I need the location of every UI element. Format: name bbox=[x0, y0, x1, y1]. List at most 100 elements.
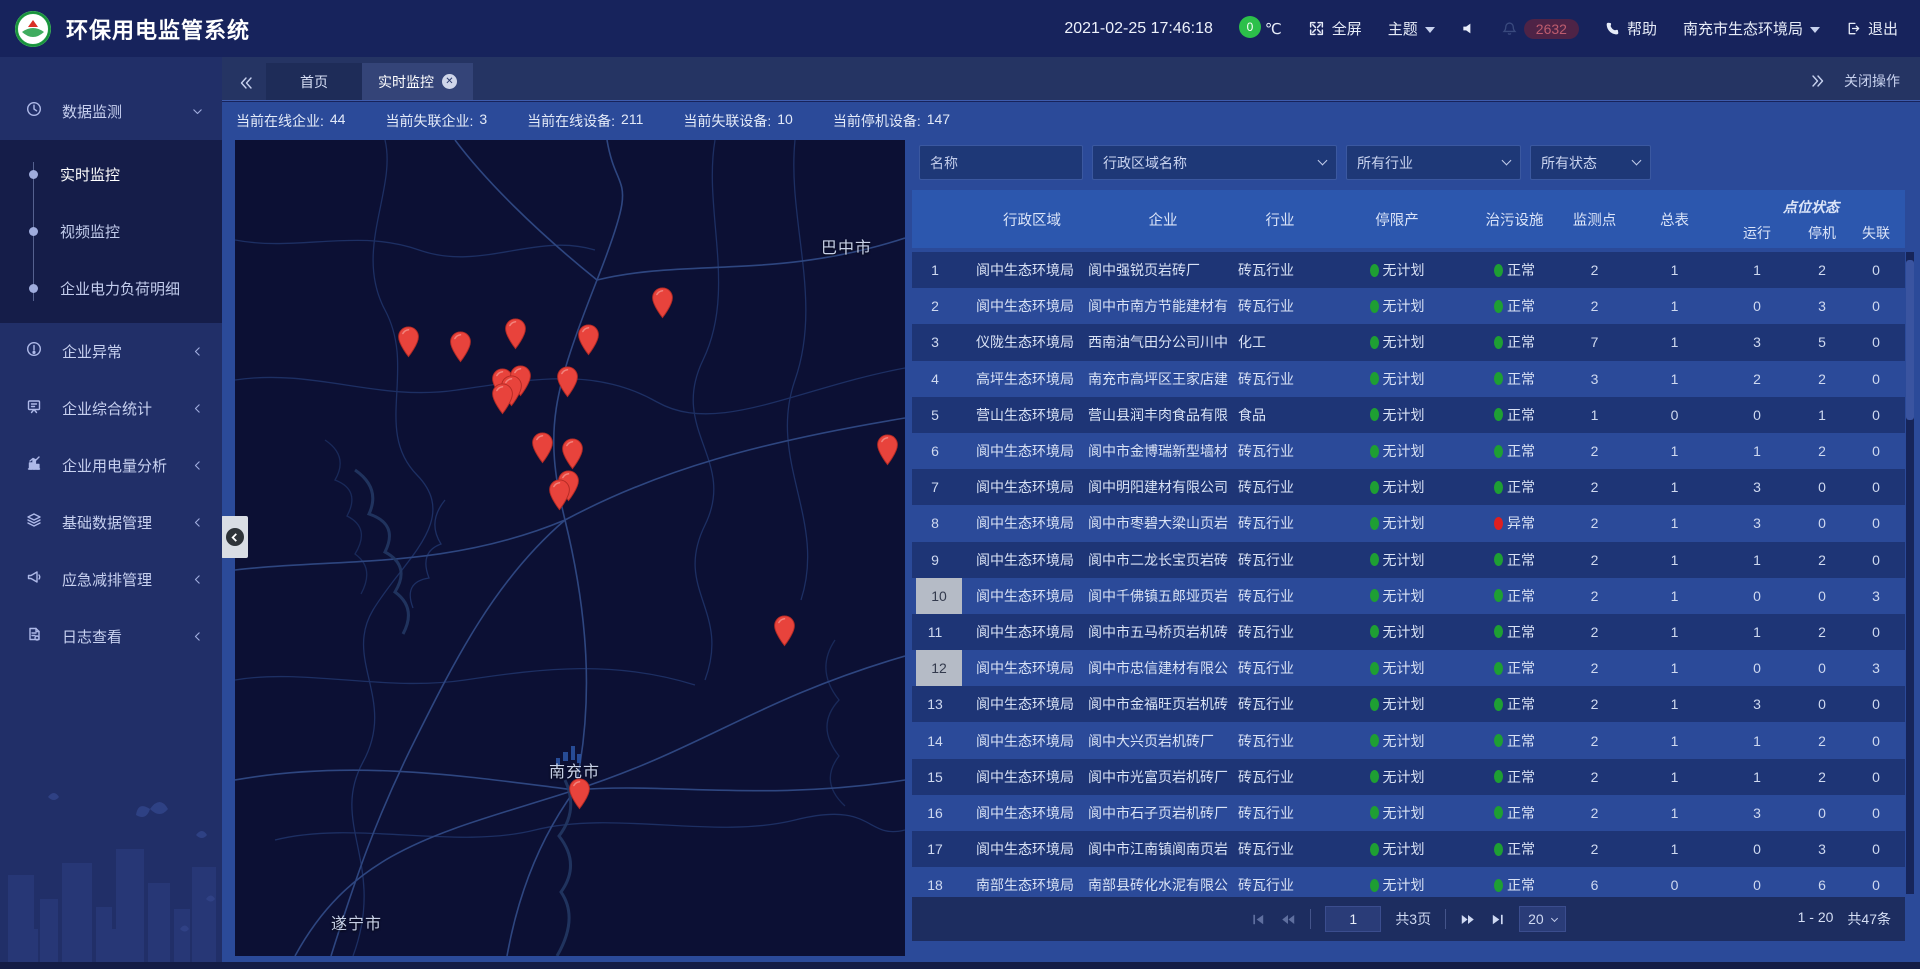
table-row[interactable]: 18南部生态环境局南部县砖化水泥有限公砖瓦行业无计划正常60060 bbox=[912, 867, 1905, 894]
status-dot-green bbox=[1370, 734, 1379, 747]
sidebar-item-应急减排管理[interactable]: 应急减排管理 bbox=[0, 551, 222, 608]
table-row[interactable]: 7阆中生态环境局阆中明阳建材有限公司砖瓦行业无计划正常21300 bbox=[912, 469, 1905, 505]
logout-button[interactable]: 退出 bbox=[1846, 18, 1898, 39]
table-row[interactable]: 3仪陇生态环境局西南油气田分公司川中化工无计划正常71350 bbox=[912, 324, 1905, 360]
sidebar-item-label: 企业综合统计 bbox=[62, 398, 191, 419]
cell-running: 0 bbox=[1717, 841, 1797, 857]
map-marker[interactable] bbox=[568, 778, 591, 810]
cell-monitor-points: 2 bbox=[1557, 805, 1632, 821]
table-row[interactable]: 2阆中生态环境局阆中市南方节能建材有砖瓦行业无计划正常21030 bbox=[912, 288, 1905, 324]
table-row[interactable]: 13阆中生态环境局阆中市金福旺页岩机砖砖瓦行业无计划正常21300 bbox=[912, 686, 1905, 722]
theme-dropdown[interactable]: 主题 bbox=[1388, 18, 1435, 39]
sidebar-item-企业用电量分析[interactable]: 企业用电量分析 bbox=[0, 437, 222, 494]
alert-counter[interactable]: 2632 bbox=[1502, 19, 1579, 39]
sidebar-item-企业异常[interactable]: 企业异常 bbox=[0, 323, 222, 380]
bell-icon bbox=[1502, 21, 1517, 36]
cell-stopped: 3 bbox=[1797, 298, 1847, 314]
table-row[interactable]: 12阆中生态环境局阆中市忠信建材有限公砖瓦行业无计划正常21003 bbox=[912, 650, 1905, 686]
map-marker[interactable] bbox=[773, 615, 796, 647]
status-filter-select[interactable]: 所有状态 bbox=[1530, 145, 1651, 180]
map-collapse-button[interactable] bbox=[221, 516, 248, 558]
close-tab-icon[interactable]: ✕ bbox=[442, 74, 457, 89]
sidebar-item-label: 基础数据管理 bbox=[62, 512, 191, 533]
tab-首页[interactable]: 首页 bbox=[266, 63, 362, 100]
status-dot-red bbox=[1494, 517, 1503, 530]
fullscreen-button[interactable]: 全屏 bbox=[1308, 18, 1362, 39]
sidebar-item-基础数据管理[interactable]: 基础数据管理 bbox=[0, 494, 222, 551]
map-marker[interactable] bbox=[651, 287, 674, 319]
org-dropdown[interactable]: 南充市生态环境局 bbox=[1683, 18, 1820, 39]
map-marker[interactable] bbox=[876, 434, 899, 466]
cell-company: 阆中市金博瑞新型墙材 bbox=[1088, 441, 1238, 461]
table-row[interactable]: 16阆中生态环境局阆中市石子页岩机砖厂砖瓦行业无计划正常21300 bbox=[912, 795, 1905, 831]
tab-实时监控[interactable]: 实时监控✕ bbox=[362, 63, 473, 100]
range-label: 1 - 20 bbox=[1798, 909, 1834, 929]
facility-status-label: 异常 bbox=[1507, 513, 1535, 533]
page-size-select[interactable]: 20 bbox=[1519, 906, 1566, 932]
table-row[interactable]: 10阆中生态环境局阆中千佛镇五郎垭页岩砖瓦行业无计划正常21003 bbox=[912, 578, 1905, 614]
name-filter-input[interactable] bbox=[919, 145, 1083, 180]
table-row[interactable]: 15阆中生态环境局阆中市光富页岩机砖厂砖瓦行业无计划正常21120 bbox=[912, 759, 1905, 795]
next-page-button[interactable] bbox=[1460, 912, 1476, 927]
table-scrollbar[interactable] bbox=[1906, 252, 1914, 894]
sidebar-subitem-企业电力负荷明细[interactable]: 企业电力负荷明细 bbox=[0, 260, 222, 317]
cell-stopped: 0 bbox=[1797, 479, 1847, 495]
table-row[interactable]: 11阆中生态环境局阆中市五马桥页岩机砖砖瓦行业无计划正常21120 bbox=[912, 614, 1905, 650]
chevron-left-icon bbox=[191, 630, 204, 643]
app-logo-icon bbox=[14, 10, 52, 48]
map-marker[interactable] bbox=[556, 366, 579, 398]
map-marker[interactable] bbox=[561, 438, 584, 470]
map-marker[interactable] bbox=[577, 324, 600, 356]
table-row[interactable]: 9阆中生态环境局阆中市二龙长宝页岩砖砖瓦行业无计划正常21120 bbox=[912, 542, 1905, 578]
status-dot-green bbox=[1494, 698, 1503, 711]
close-operations-button[interactable]: 关闭操作 bbox=[1844, 71, 1900, 91]
first-page-button[interactable] bbox=[1251, 912, 1266, 927]
table-row[interactable]: 4高坪生态环境局南充市高坪区王家店建砖瓦行业无计划正常31220 bbox=[912, 361, 1905, 397]
prev-page-button[interactable] bbox=[1280, 912, 1296, 927]
sound-toggle-button[interactable] bbox=[1461, 21, 1476, 36]
table-row[interactable]: 17阆中生态环境局阆中市江南镇阆南页岩砖瓦行业无计划正常21030 bbox=[912, 831, 1905, 867]
map-marker[interactable] bbox=[531, 432, 554, 464]
scrollbar-thumb[interactable] bbox=[1906, 260, 1914, 420]
cell-company: 阆中千佛镇五郎垭页岩 bbox=[1088, 586, 1238, 606]
last-page-button[interactable] bbox=[1490, 912, 1505, 927]
facility-status-label: 正常 bbox=[1507, 694, 1535, 714]
cell-industry: 砖瓦行业 bbox=[1238, 369, 1322, 389]
tabs-scroll-left-button[interactable] bbox=[222, 75, 266, 100]
sidebar-item-企业综合统计[interactable]: 企业综合统计 bbox=[0, 380, 222, 437]
sidebar-subitem-实时监控[interactable]: 实时监控 bbox=[0, 146, 222, 203]
sidebar-item-数据监测[interactable]: 数据监测 bbox=[0, 83, 222, 140]
page-number-input[interactable] bbox=[1325, 906, 1381, 932]
table-row[interactable]: 14阆中生态环境局阆中大兴页岩机砖厂砖瓦行业无计划正常21120 bbox=[912, 722, 1905, 758]
table-row[interactable]: 6阆中生态环境局阆中市金博瑞新型墙材砖瓦行业无计划正常21120 bbox=[912, 433, 1905, 469]
table-row[interactable]: 5营山生态环境局营山县润丰肉食品有限食品无计划正常10010 bbox=[912, 397, 1905, 433]
map-panel[interactable]: 巴中市南充市遂宁市 bbox=[235, 140, 905, 956]
stat-label: 当前在线设备: bbox=[527, 111, 615, 131]
chevron-left-icon bbox=[191, 459, 204, 472]
row-index: 4 bbox=[912, 371, 958, 387]
cell-company: 阆中市光富页岩机砖厂 bbox=[1088, 767, 1238, 787]
cell-company: 阆中市江南镇阆南页岩 bbox=[1088, 839, 1238, 859]
cell-region: 高坪生态环境局 bbox=[976, 369, 1088, 389]
alert-count-badge: 2632 bbox=[1524, 19, 1579, 39]
table-row[interactable]: 8阆中生态环境局阆中市枣碧大梁山页岩砖瓦行业无计划异常21300 bbox=[912, 505, 1905, 541]
bottom-strip bbox=[0, 962, 1920, 969]
table-row[interactable]: 1阆中生态环境局阆中强锐页岩砖厂砖瓦行业无计划正常21120 bbox=[912, 252, 1905, 288]
tabs-scroll-right-button[interactable] bbox=[1810, 73, 1826, 89]
column-header-停机: 停机 bbox=[1797, 223, 1847, 243]
region-filter-select[interactable]: 行政区域名称 bbox=[1092, 145, 1337, 180]
stat-label: 当前失联企业: bbox=[385, 111, 473, 131]
map-marker[interactable] bbox=[449, 331, 472, 363]
sidebar-subitem-视频监控[interactable]: 视频监控 bbox=[0, 203, 222, 260]
sidebar-item-日志查看[interactable]: 日志查看 bbox=[0, 608, 222, 665]
map-marker[interactable] bbox=[504, 318, 527, 350]
help-button[interactable]: 帮助 bbox=[1605, 18, 1657, 39]
facility-status-label: 正常 bbox=[1507, 332, 1535, 352]
map-marker[interactable] bbox=[548, 479, 571, 511]
cell-running: 1 bbox=[1717, 769, 1797, 785]
map-marker[interactable] bbox=[491, 383, 514, 415]
map-marker[interactable] bbox=[397, 326, 420, 358]
cell-monitor-points: 2 bbox=[1557, 479, 1632, 495]
industry-filter-select[interactable]: 所有行业 bbox=[1346, 145, 1521, 180]
cell-total-meters: 1 bbox=[1632, 515, 1717, 531]
